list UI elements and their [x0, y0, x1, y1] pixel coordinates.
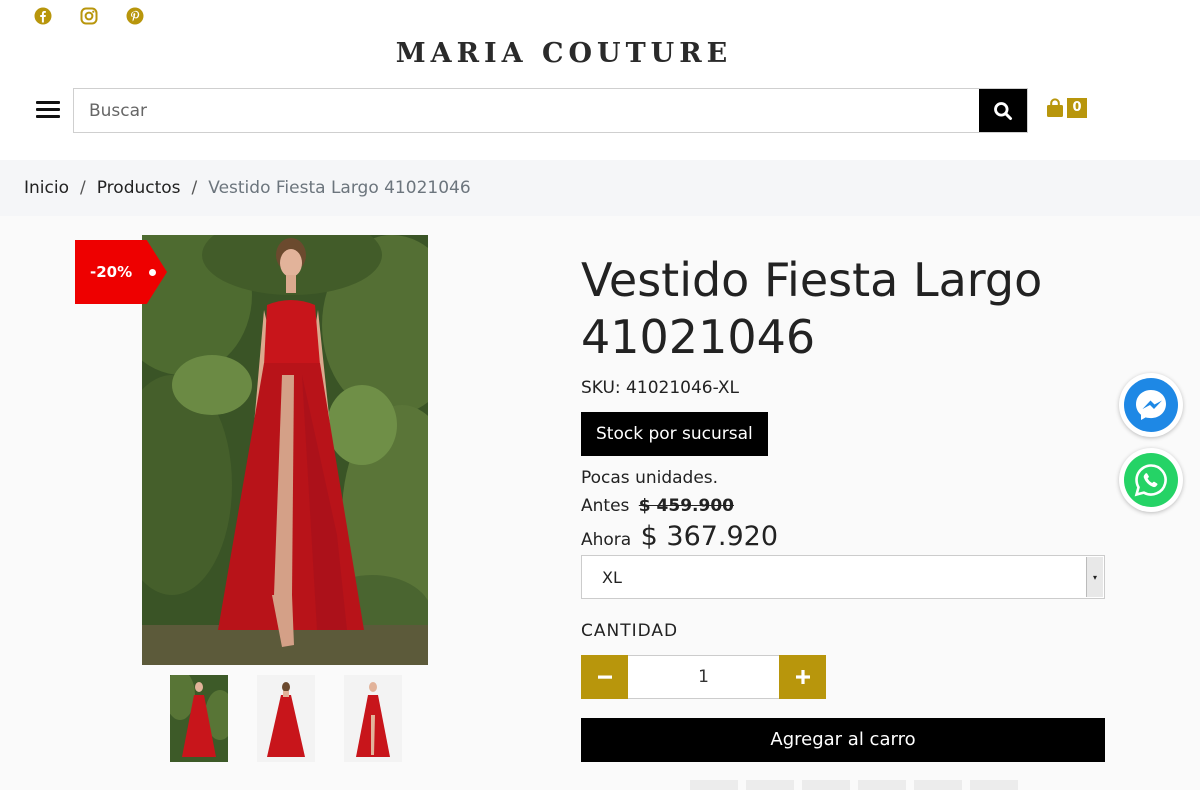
- current-price-label: Ahora: [581, 530, 632, 550]
- size-selected-value: XL: [602, 568, 622, 587]
- share-button[interactable]: [970, 780, 1018, 790]
- previous-price-value: $ 459.900: [638, 496, 734, 516]
- plus-icon: [795, 670, 810, 684]
- menu-icon[interactable]: [36, 98, 60, 122]
- dropdown-arrow-icon: ▾: [1086, 557, 1103, 597]
- brand-logo[interactable]: MARIA COUTURE: [0, 38, 1128, 69]
- cart-button[interactable]: 0: [1046, 98, 1087, 118]
- product-thumbnails: [170, 675, 402, 762]
- social-links: [33, 6, 145, 26]
- instagram-icon[interactable]: [79, 6, 99, 26]
- breadcrumb-products-link[interactable]: Productos: [97, 178, 181, 198]
- product-title: Vestido Fiesta Largo 41021046: [581, 253, 1043, 364]
- quantity-input[interactable]: [628, 655, 779, 699]
- share-button[interactable]: [858, 780, 906, 790]
- search-button[interactable]: [979, 89, 1027, 132]
- minus-icon: [597, 675, 612, 679]
- facebook-icon[interactable]: [33, 6, 53, 26]
- share-buttons-row: [690, 780, 1018, 790]
- messenger-icon: [1124, 378, 1178, 432]
- shopping-bag-icon: [1047, 98, 1063, 117]
- share-button[interactable]: [690, 780, 738, 790]
- share-button[interactable]: [802, 780, 850, 790]
- discount-label: -20%: [90, 263, 133, 281]
- breadcrumb-home-link[interactable]: Inicio: [24, 178, 69, 198]
- whatsapp-icon: [1124, 453, 1178, 507]
- previous-price: Antes $ 459.900: [581, 496, 734, 516]
- badge-dot: [149, 269, 156, 276]
- thumbnail-3[interactable]: [344, 675, 402, 762]
- search-icon: [994, 101, 1012, 120]
- stock-by-branch-button[interactable]: Stock por sucursal: [581, 412, 768, 456]
- decrease-quantity-button[interactable]: [581, 655, 628, 699]
- previous-price-label: Antes: [581, 496, 630, 516]
- whatsapp-chat-button[interactable]: [1119, 448, 1183, 512]
- thumbnail-1[interactable]: [170, 675, 228, 762]
- size-select[interactable]: XL ▾: [581, 555, 1105, 599]
- search-input[interactable]: [74, 89, 979, 132]
- quantity-label: CANTIDAD: [581, 621, 679, 641]
- add-to-cart-button[interactable]: Agregar al carro: [581, 718, 1105, 762]
- increase-quantity-button[interactable]: [779, 655, 826, 699]
- product-sku: SKU: 41021046-XL: [581, 378, 739, 398]
- product-main-image[interactable]: [142, 235, 428, 665]
- quantity-stepper: [581, 655, 826, 699]
- breadcrumb-separator: /: [191, 178, 198, 198]
- breadcrumb-current: Vestido Fiesta Largo 41021046: [208, 178, 471, 198]
- search-bar: [73, 88, 1028, 133]
- current-price: Ahora $ 367.920: [581, 521, 778, 552]
- share-button[interactable]: [914, 780, 962, 790]
- cart-count-badge: 0: [1067, 98, 1087, 118]
- breadcrumb-separator: /: [79, 178, 86, 198]
- current-price-value: $ 367.920: [640, 521, 779, 552]
- share-button[interactable]: [746, 780, 794, 790]
- availability-text: Pocas unidades.: [581, 468, 719, 488]
- messenger-chat-button[interactable]: [1119, 373, 1183, 437]
- pinterest-icon[interactable]: [125, 6, 145, 26]
- breadcrumb: Inicio / Productos / Vestido Fiesta Larg…: [0, 160, 1200, 216]
- thumbnail-2[interactable]: [257, 675, 315, 762]
